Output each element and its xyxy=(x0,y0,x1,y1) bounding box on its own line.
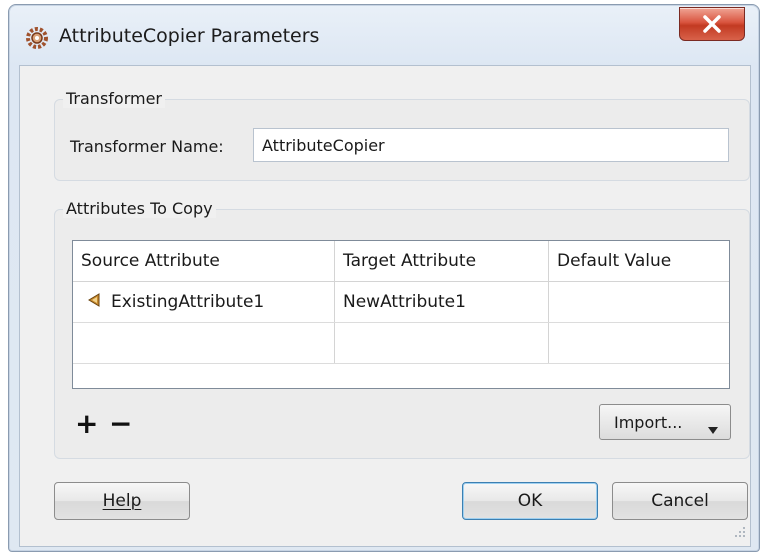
transformer-group-label: Transformer xyxy=(63,89,166,108)
close-button[interactable] xyxy=(679,7,745,41)
transformer-name-label: Transformer Name: xyxy=(70,137,224,156)
cancel-button[interactable]: Cancel xyxy=(612,482,748,520)
default-value-cell[interactable] xyxy=(549,282,729,322)
target-attribute-cell[interactable]: NewAttribute1 xyxy=(335,282,549,322)
add-row-button[interactable]: + xyxy=(75,410,98,438)
table-row[interactable] xyxy=(73,323,729,364)
source-attribute-cell[interactable]: ExistingAttribute1 xyxy=(73,282,335,322)
chevron-down-icon xyxy=(708,419,718,438)
column-header-default[interactable]: Default Value xyxy=(549,241,729,281)
dialog-window: AttributeCopier Parameters Transformer T… xyxy=(8,4,760,552)
help-label: Help xyxy=(102,491,142,511)
source-attribute-cell[interactable] xyxy=(73,323,335,363)
import-dropdown-button[interactable]: Import... xyxy=(599,404,731,440)
transformer-group: Transformer Transformer Name: xyxy=(54,89,750,181)
title-bar: AttributeCopier Parameters xyxy=(9,5,759,63)
table-row[interactable]: ExistingAttribute1 NewAttribute1 xyxy=(73,282,729,323)
import-label: Import... xyxy=(614,412,683,432)
table-header: Source Attribute Target Attribute Defaul… xyxy=(73,241,729,282)
default-value-cell[interactable] xyxy=(549,323,729,363)
dialog-body: Transformer Transformer Name: Attributes… xyxy=(19,65,751,547)
resize-grip-icon[interactable] xyxy=(734,523,746,542)
attributes-group-label: Attributes To Copy xyxy=(63,199,216,218)
source-attribute-value: ExistingAttribute1 xyxy=(111,292,265,312)
attributes-group: Attributes To Copy Source Attribute Targ… xyxy=(54,199,750,459)
remove-row-button[interactable]: − xyxy=(109,410,132,438)
target-attribute-cell[interactable] xyxy=(335,323,549,363)
attribute-icon xyxy=(87,292,101,312)
help-button[interactable]: Help xyxy=(54,482,190,520)
transformer-name-input[interactable] xyxy=(253,128,729,162)
close-icon xyxy=(703,15,721,33)
app-gear-icon xyxy=(24,25,50,51)
window-title: AttributeCopier Parameters xyxy=(59,25,320,47)
attributes-table: Source Attribute Target Attribute Defaul… xyxy=(72,240,730,389)
column-header-source[interactable]: Source Attribute xyxy=(73,241,335,281)
ok-button[interactable]: OK xyxy=(462,482,598,520)
column-header-target[interactable]: Target Attribute xyxy=(335,241,549,281)
